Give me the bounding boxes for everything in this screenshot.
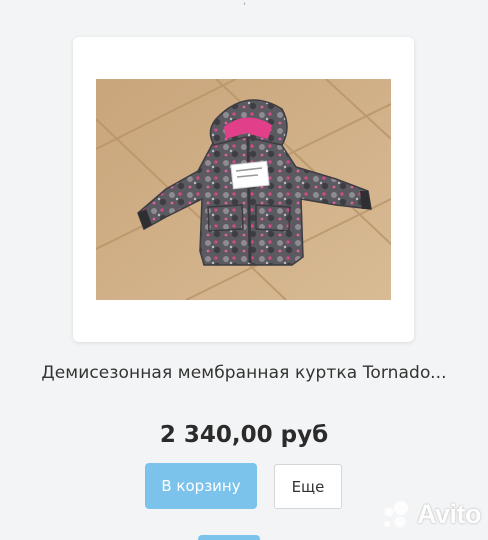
jacket-photo-icon: [96, 79, 391, 300]
top-fragment: ,: [243, 0, 247, 7]
product-photo[interactable]: [96, 79, 391, 300]
avito-watermark: Avito: [380, 496, 482, 532]
next-item-button-edge[interactable]: [198, 535, 260, 540]
product-title[interactable]: Демисезонная мембранная куртка Tornado..…: [0, 363, 488, 383]
add-to-cart-button[interactable]: В корзину: [145, 463, 257, 509]
avito-watermark-text: Avito: [417, 498, 482, 529]
product-price: 2 340,00 руб: [159, 422, 329, 448]
avito-logo-icon: [384, 501, 408, 528]
product-page: , Демисезонная мембранная куртка Tornado…: [0, 0, 488, 540]
product-image-card[interactable]: [73, 37, 414, 342]
more-button[interactable]: Еще: [274, 464, 342, 509]
